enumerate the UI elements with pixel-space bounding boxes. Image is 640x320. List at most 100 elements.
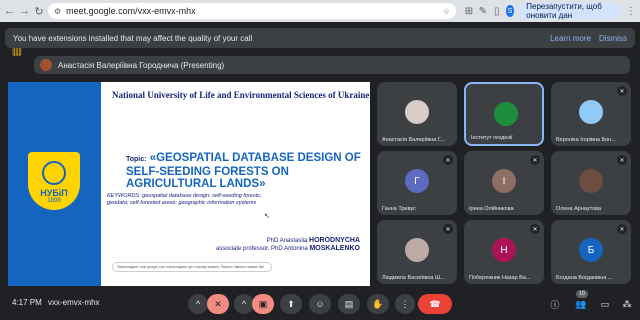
mic-off-icon: ✕ [530, 224, 540, 234]
author1-surname: HORODNYCHA [309, 237, 360, 244]
translate-bar: Перекладати този google.com перекладати … [112, 262, 272, 272]
mic-off-icon: ✕ [530, 155, 540, 165]
tab-search-icon[interactable]: ⊞ [464, 4, 474, 18]
participant-name: Ганна Тривус [382, 206, 416, 212]
participant-tile[interactable]: ✕ Н Побережник Назар Ва... [464, 220, 544, 284]
chevron-up-icon: ^ [195, 299, 201, 309]
topic-prefix: Topic: [126, 156, 147, 163]
forward-icon[interactable]: → [19, 4, 30, 18]
participant-tile[interactable]: ✕ Г Ганна Тривус [377, 151, 457, 215]
camera-toggle-button[interactable]: ▣ [252, 294, 274, 314]
hand-icon: ✋ [372, 298, 384, 309]
present-screen-icon: ⬆ [287, 298, 295, 309]
participant-name: Анастасія Валеріївна Г... [382, 137, 445, 143]
participant-tile[interactable]: ✕ Вероніка Ігорівна Бон... [551, 82, 631, 146]
presenting-label: Анастасія Валеріївна Городнича (Presenti… [58, 60, 225, 70]
meeting-code: vxx-emvx-mhx [48, 298, 100, 307]
participant-tile[interactable]: Анастасія Валеріївна Г... [377, 82, 457, 146]
video-settings-button[interactable]: ^ [234, 294, 254, 314]
leave-call-button[interactable]: ☎ [418, 294, 452, 314]
meeting-time: 4:17 PM [12, 298, 42, 307]
learn-more-link[interactable]: Learn more [550, 34, 591, 43]
camera-off-icon: ▣ [258, 298, 268, 309]
slide-keywords: KEYWORDS: geospatial database design; se… [107, 193, 262, 206]
captions-icon: ▤ [344, 298, 354, 309]
participant-avatar: Н [492, 238, 516, 262]
university-logo: НУБіП 1898 [28, 152, 80, 210]
topic-text: «GEOSPATIAL DATABASE DESIGN OF SELF-SEED… [126, 152, 361, 190]
captions-button[interactable]: ▤ [338, 294, 360, 314]
raise-hand-button[interactable]: ✋ [367, 294, 389, 314]
people-count-badge: 10 [576, 290, 588, 298]
slide-topic: Topic: «GEOSPATIAL DATABASE DESIGN OF SE… [126, 152, 366, 190]
participant-tile[interactable]: ✕ Б Богдана Богданівна ... [551, 220, 631, 284]
participant-name: Побережник Назар Ва... [469, 275, 531, 281]
reload-icon[interactable]: ↻ [34, 4, 44, 18]
author2-name: Antonina [284, 246, 308, 252]
participant-avatar: Б [579, 238, 603, 262]
presenter-avatar [40, 59, 52, 71]
meeting-controls-bar: 4:17 PM vxx-emvx-mhx ^ ✕ ^ ▣ ⬆ ☺ ▤ ✋ ⋮ ☎… [0, 290, 640, 320]
logo-crest-icon [42, 161, 66, 185]
mic-off-icon: ✕ [214, 298, 222, 309]
author2-surname: MOSKALENKO [309, 245, 360, 252]
mic-off-icon: ✕ [443, 224, 453, 234]
participant-tile[interactable]: ✕ Олена Арнаутова [551, 151, 631, 215]
info-icon: ⓘ [550, 299, 560, 310]
participant-tile[interactable]: Інститут геодезії [464, 82, 544, 146]
presenting-bar: Анастасія Валеріївна Городнича (Presenti… [34, 56, 630, 74]
participant-avatar: Г [405, 169, 429, 193]
present-button[interactable]: ⬆ [280, 294, 302, 314]
author2-title: associate professor, PhD [216, 246, 283, 252]
audio-settings-button[interactable]: ^ [188, 294, 208, 314]
participant-avatar: І [492, 169, 516, 193]
participant-tile[interactable]: ✕ І Ірина Олійникова [464, 151, 544, 215]
mic-off-icon: ✕ [617, 224, 627, 234]
people-button[interactable]: 👥 [574, 297, 588, 311]
extensions-warning-bar: You have extensions installed that may a… [5, 28, 635, 48]
participant-avatar [405, 238, 429, 262]
profile-avatar[interactable]: S [505, 5, 515, 17]
dismiss-button[interactable]: Dismiss [599, 34, 627, 43]
more-options-button[interactable]: ⋮ [395, 294, 415, 314]
participant-name: Вероніка Ігорівна Бон... [556, 137, 616, 143]
mic-off-icon: ✕ [443, 155, 453, 165]
participant-tile[interactable]: ✕ Людмила Василівна Ш... [377, 220, 457, 284]
chat-button[interactable]: ▭ [598, 297, 612, 311]
participant-name: Ірина Олійникова [469, 206, 514, 212]
mouse-cursor-icon: ↖ [264, 213, 270, 220]
participant-name: Інститут геодезії [471, 135, 513, 141]
more-vert-icon: ⋮ [400, 298, 410, 309]
reactions-button[interactable]: ☺ [309, 294, 331, 314]
university-title: National University of Life and Environm… [112, 90, 370, 100]
address-bar[interactable]: ⚙ meet.google.com/vxx-emvx-mhx ☆ [47, 3, 456, 19]
people-icon: 👥 [575, 298, 587, 309]
participant-name: Людмила Василівна Ш... [382, 275, 445, 281]
participant-avatar [405, 100, 429, 124]
author1-name: Anastasiia [279, 238, 308, 244]
relaunch-button[interactable]: Перезапустити, щоб оновити дан [518, 2, 623, 20]
activities-icon: ⁂ [622, 298, 632, 309]
chevron-up-icon: ^ [241, 299, 247, 309]
bookmark-star-icon[interactable]: ☆ [443, 7, 450, 16]
mic-off-icon: ✕ [617, 155, 627, 165]
participant-avatar [579, 100, 603, 124]
emoji-icon: ☺ [315, 299, 325, 309]
presentation-slide: НУБіП 1898 National University of Life a… [8, 82, 370, 286]
extensions-icon[interactable]: ✎ [478, 4, 488, 18]
slide-authors: PhD Anastasiia HORODNYCHA associate prof… [216, 237, 360, 253]
site-info-icon[interactable]: ⚙ [54, 7, 61, 16]
hang-up-icon: ☎ [429, 298, 441, 309]
browser-toolbar: ← → ↻ ⚙ meet.google.com/vxx-emvx-mhx ☆ ⊞… [0, 0, 640, 22]
meeting-info-button[interactable]: ⓘ [548, 297, 562, 311]
menu-icon[interactable]: ⋮ [626, 4, 636, 18]
mic-off-icon: ✕ [617, 86, 627, 96]
mic-toggle-button[interactable]: ✕ [207, 294, 229, 314]
logo-year: 1898 [47, 198, 61, 204]
participant-avatar [494, 102, 518, 126]
back-icon[interactable]: ← [4, 4, 15, 18]
side-panel-icon[interactable]: ▯ [492, 4, 502, 18]
participant-avatar [579, 169, 603, 193]
activities-button[interactable]: ⁂ [620, 297, 634, 311]
chat-icon: ▭ [600, 298, 610, 309]
